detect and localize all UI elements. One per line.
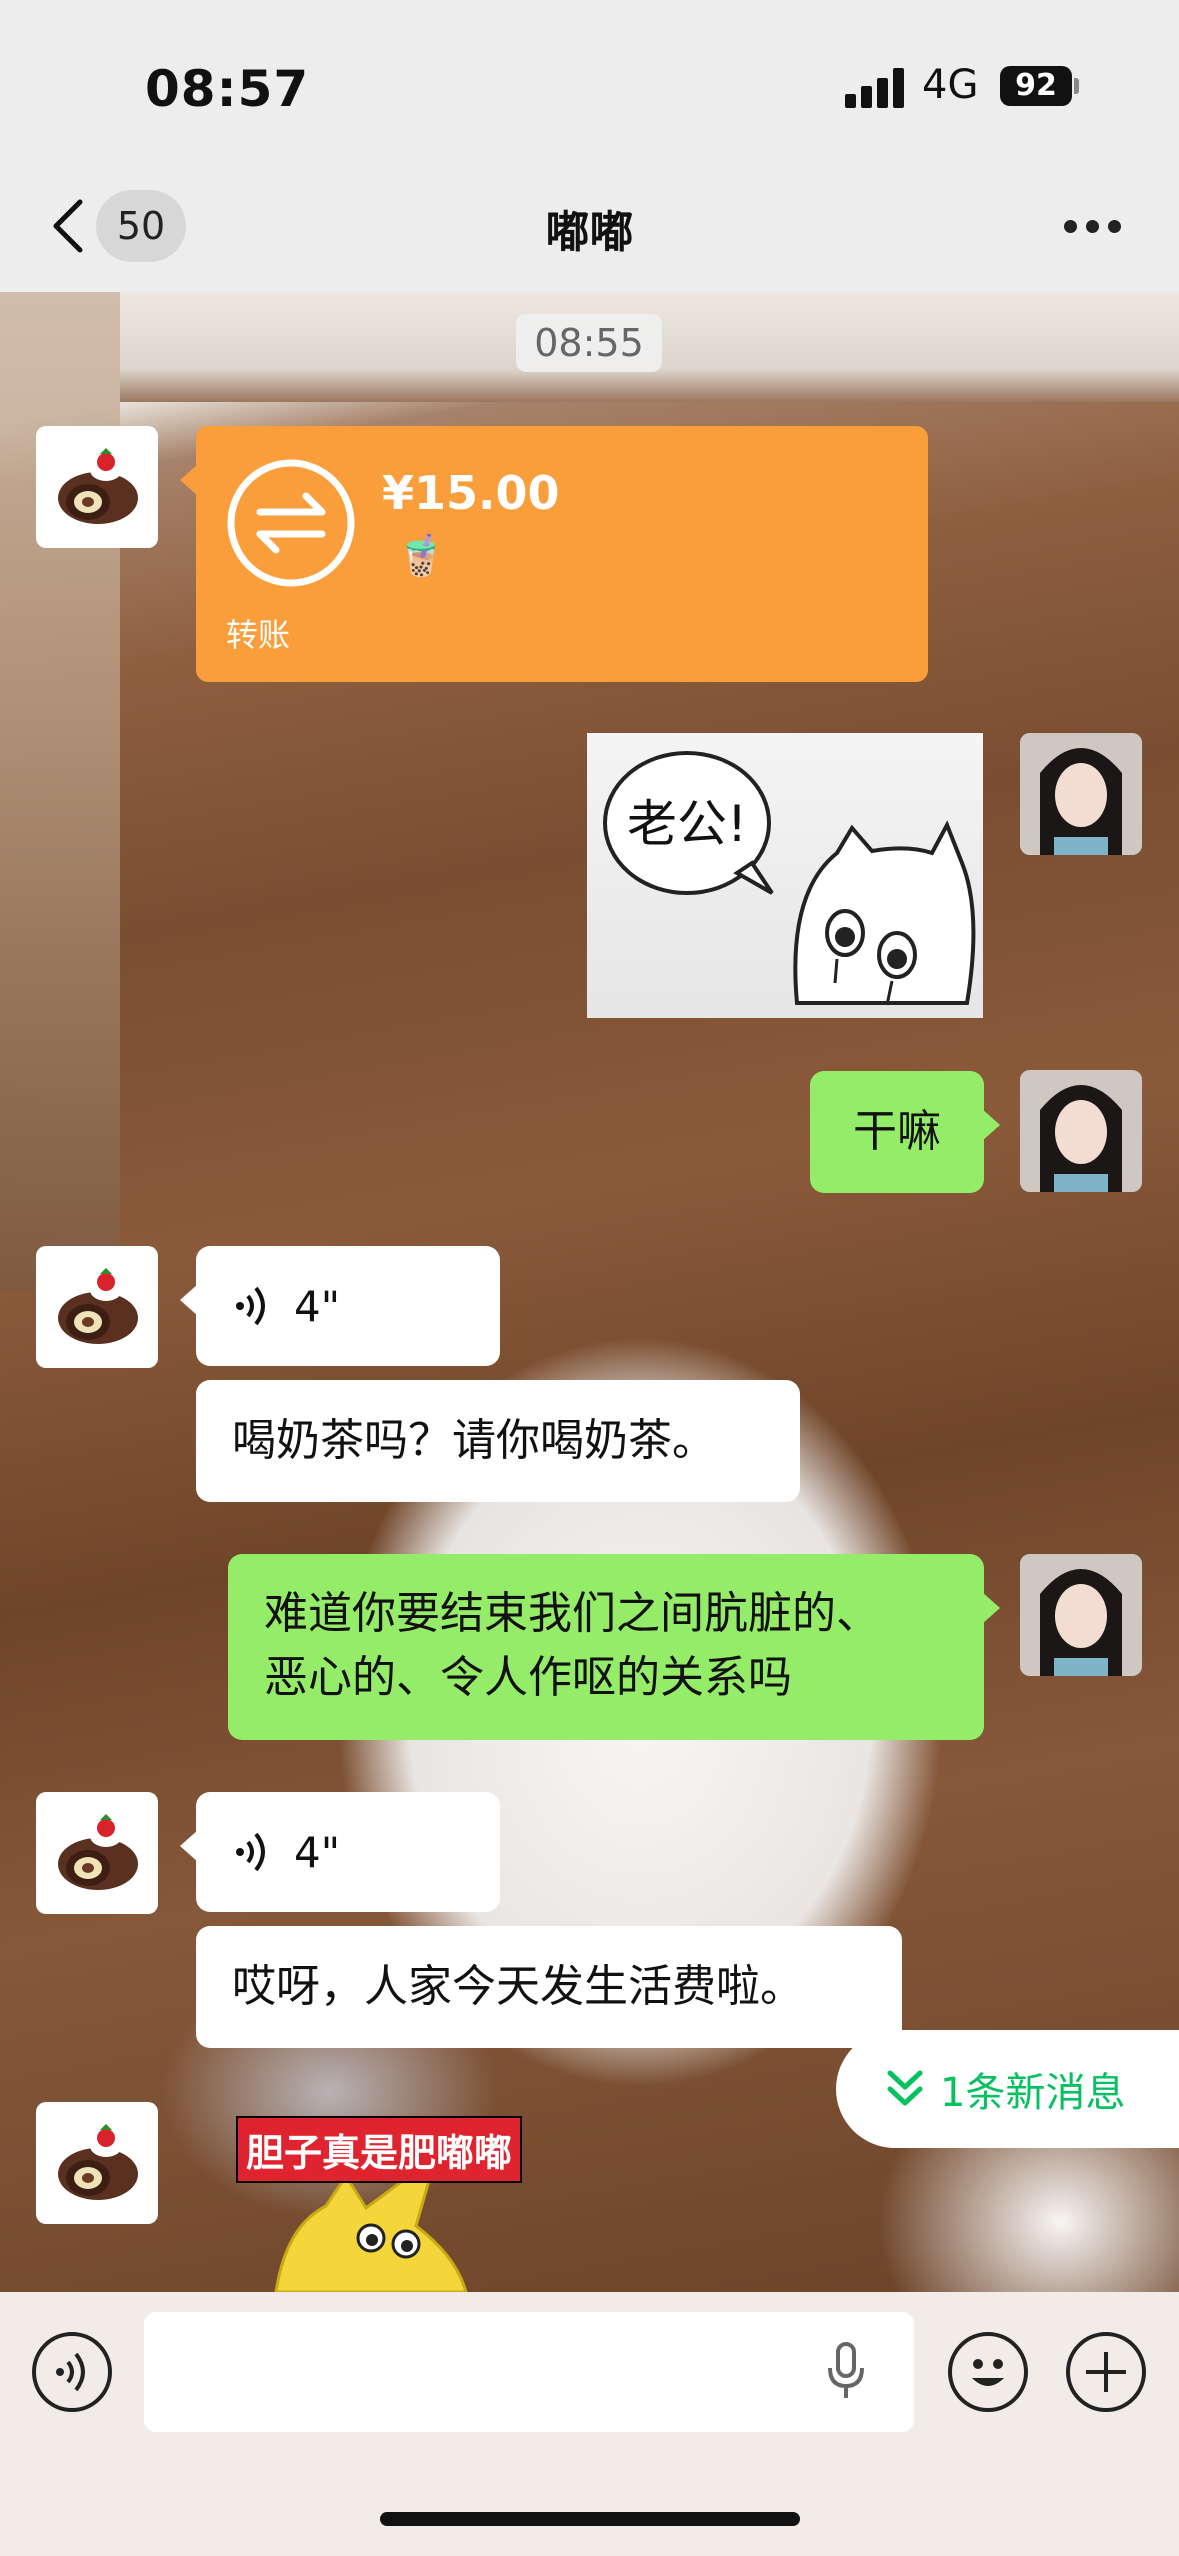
girl-portrait-icon (1020, 733, 1142, 855)
meme-sticker[interactable]: 胆子真是肥嘟嘟 (236, 2116, 536, 2292)
more-options-icon[interactable] (1064, 220, 1124, 236)
voice-duration: 4" (294, 1281, 341, 1331)
message-bubble-received[interactable]: 哎呀，人家今天发生活费啦。 (196, 1926, 902, 2048)
cake-roll-icon (58, 1268, 138, 1344)
my-avatar[interactable] (1020, 1554, 1142, 1676)
network-type: 4G (922, 62, 979, 108)
message-text: 干嘛 (853, 1106, 941, 1157)
message-bubble-sent[interactable]: 难道你要结束我们之间肮脏的、 恶心的、令人作呕的关系吗 (228, 1554, 1000, 1740)
contact-avatar[interactable] (36, 2102, 158, 2224)
new-message-label: 1条新消息 (940, 2070, 1126, 2116)
message-text-line: 恶心的、令人作呕的关系吗 (264, 1652, 792, 1703)
voice-message[interactable]: 4" (180, 1246, 500, 1366)
transfer-arrows-icon (227, 459, 355, 587)
signal-icon (845, 68, 907, 108)
sticker-text: 老公! (627, 795, 747, 853)
transfer-label: 转账 (226, 616, 291, 654)
home-indicator (380, 2512, 800, 2526)
contact-avatar[interactable] (36, 1246, 158, 1368)
voice-wave-icon (56, 2352, 85, 2392)
emoji-button[interactable] (948, 2332, 1028, 2412)
girl-portrait-icon (1020, 1554, 1142, 1676)
message-text: 哎呀，人家今天发生活费啦。 (232, 1961, 804, 2012)
cake-roll-icon (58, 1814, 138, 1890)
message-bubble-sent[interactable]: 干嘛 (810, 1071, 1000, 1193)
status-time: 08:57 (145, 60, 310, 118)
new-message-button[interactable]: 1条新消息 (836, 2030, 1179, 2148)
message-text: 喝奶茶吗？请你喝奶茶。 (232, 1415, 716, 1466)
transfer-note: 🧋 (396, 533, 446, 579)
meme-sticker[interactable]: 老公! (587, 733, 983, 1018)
chat-title: 嘟嘟 (545, 207, 634, 258)
sticker-caption: 胆子真是肥嘟嘟 (236, 2116, 523, 2183)
cake-roll-icon (58, 2124, 138, 2200)
girl-portrait-icon (1020, 1070, 1142, 1192)
my-avatar[interactable] (1020, 1070, 1142, 1192)
plus-icon (1086, 2352, 1126, 2392)
crying-cat-sticker-icon: 老公! (603, 751, 976, 1006)
battery-icon: 92 (1000, 66, 1072, 106)
transfer-amount: ¥15.00 (382, 466, 560, 520)
plus-button[interactable] (1066, 2332, 1146, 2412)
voice-wave-icon (236, 1286, 265, 1326)
battery-level: 92 (1015, 68, 1057, 103)
smiley-icon (972, 2359, 1004, 2386)
my-avatar[interactable] (1020, 733, 1142, 855)
message-text-line: 难道你要结束我们之间肮脏的、 (264, 1588, 880, 1639)
contact-avatar[interactable] (36, 426, 158, 548)
voice-wave-icon (236, 1832, 265, 1872)
transfer-message[interactable]: ¥15.00 🧋 转账 (180, 426, 928, 682)
battery-tip (1074, 78, 1079, 94)
top-bar: 08:57 4G 92 50 嘟嘟 (0, 0, 1179, 292)
voice-input-button[interactable] (32, 2332, 112, 2412)
contact-avatar[interactable] (36, 1792, 158, 1914)
microphone-icon[interactable] (826, 2342, 866, 2402)
message-bubble-received[interactable]: 喝奶茶吗？请你喝奶茶。 (196, 1380, 800, 1502)
double-chevron-down-icon (887, 2070, 923, 2106)
message-timestamp: 08:55 (516, 314, 662, 372)
message-input[interactable] (144, 2312, 914, 2432)
voice-message[interactable]: 4" (180, 1792, 500, 1912)
voice-duration: 4" (294, 1827, 341, 1877)
input-bar (0, 2292, 1179, 2556)
cake-roll-icon (58, 448, 138, 524)
